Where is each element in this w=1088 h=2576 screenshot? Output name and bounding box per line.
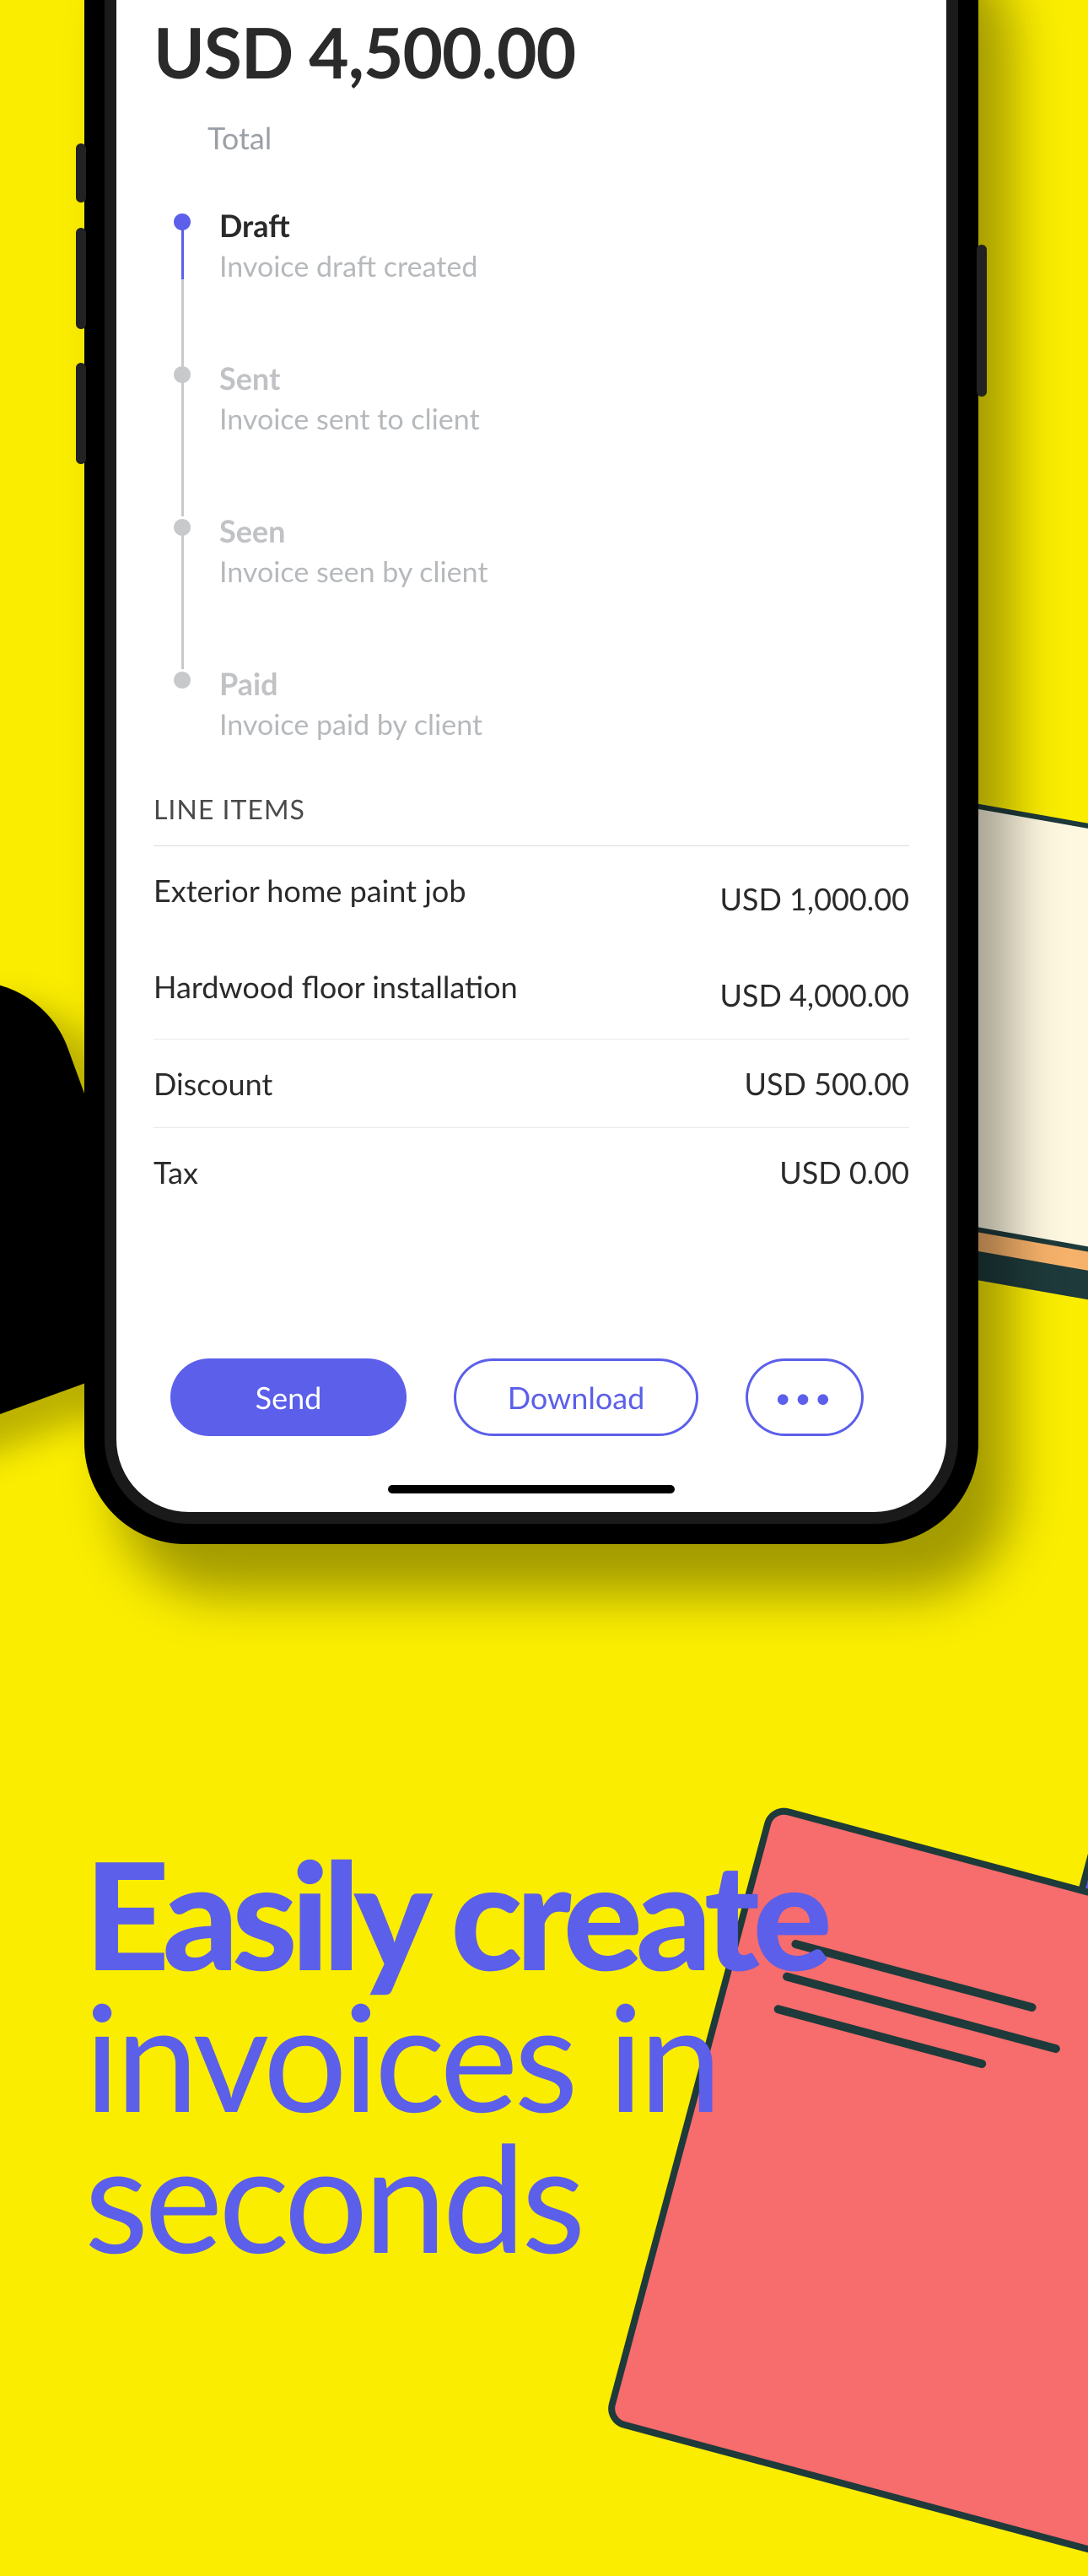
timeline-item-seen: Seen Invoice seen by client [174,512,909,589]
line-item-amount: USD 1,000.00 [719,880,909,917]
timeline-title: Draft [219,207,477,244]
device-screen: USD 4,500.00 Total Draft Invoice draft c… [116,0,946,1512]
totals-amount: USD 500.00 [745,1065,910,1102]
timeline-dot-icon [174,213,191,230]
totals-amount: USD 0.00 [779,1153,909,1191]
marketing-headline: Easily create invoices in seconds [84,1843,826,2266]
more-icon: ••• [774,1380,834,1415]
more-actions-button[interactable]: ••• [746,1358,864,1436]
totals-row-discount: Discount USD 500.00 [154,1040,909,1127]
device-frame: USD 4,500.00 Total Draft Invoice draft c… [84,0,978,1544]
timeline-title: Seen [219,512,488,549]
timeline-item-sent: Sent Invoice sent to client [174,359,909,436]
timeline-subtitle: Invoice seen by client [219,554,488,589]
invoice-total-label: Total [207,119,909,156]
timeline-title: Sent [219,359,480,397]
line-item-name: Exterior home paint job [154,872,466,909]
invoice-amount: USD 4,500.00 [154,11,909,94]
line-item-amount: USD 4,000.00 [719,976,909,1013]
headline-line3: seconds [84,2107,581,2285]
line-items-header: LINE ITEMS [154,792,909,825]
invoice-status-timeline: Draft Invoice draft created Sent Invoice… [174,207,909,742]
timeline-subtitle: Invoice draft created [219,249,477,284]
send-button[interactable]: Send [170,1358,407,1436]
timeline-dot-icon [174,366,191,383]
totals-label: Tax [154,1153,198,1191]
line-item-row: Hardwood floor installation USD 4,000.00 [154,942,909,1039]
line-item-row: Exterior home paint job USD 1,000.00 [154,846,909,942]
timeline-dot-icon [174,672,191,689]
line-item-name: Hardwood floor installation [154,968,518,1005]
timeline-subtitle: Invoice paid by client [219,707,482,742]
timeline-dot-icon [174,519,191,536]
timeline-item-paid: Paid Invoice paid by client [174,665,909,742]
totals-row-tax: Tax USD 0.00 [154,1128,909,1191]
timeline-item-draft: Draft Invoice draft created [174,207,909,284]
download-button[interactable]: Download [454,1358,698,1436]
action-bar: Send Download ••• [116,1358,946,1436]
totals-label: Discount [154,1065,272,1102]
timeline-subtitle: Invoice sent to client [219,402,480,436]
home-indicator [388,1485,675,1493]
timeline-title: Paid [219,665,482,702]
